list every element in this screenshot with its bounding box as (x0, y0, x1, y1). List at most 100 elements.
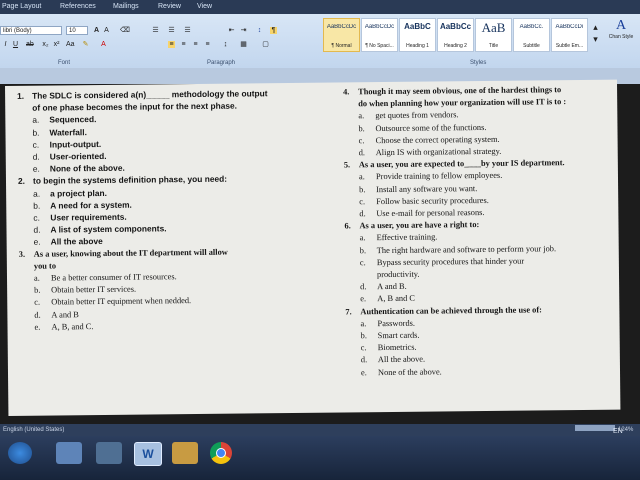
shading-icon[interactable]: ▦ (240, 41, 247, 48)
input-language[interactable]: EN (613, 428, 623, 435)
change-case-icon[interactable]: Aa (66, 41, 75, 48)
tab-references[interactable]: References (60, 3, 96, 10)
option-letter: a. (33, 273, 40, 283)
option-text: None of the above. (49, 162, 125, 174)
option-text: A need for a system. (50, 199, 132, 211)
italic-icon[interactable]: I (2, 41, 9, 48)
tab-review[interactable]: Review (158, 3, 181, 10)
superscript-icon[interactable]: x² (53, 41, 60, 48)
bullets-icon[interactable]: ☰ (152, 27, 159, 34)
option-text: a project plan. (50, 187, 107, 199)
underline-icon[interactable]: U (12, 41, 19, 48)
word-glyph-icon: W (142, 447, 154, 461)
justify-icon[interactable]: ≡ (204, 41, 211, 48)
media-player-icon[interactable] (56, 442, 82, 464)
highlight-icon[interactable]: ✎ (82, 41, 89, 48)
option-letter: e. (360, 367, 367, 377)
tab-mailings[interactable]: Mailings (113, 3, 139, 10)
question-number: 2. (17, 176, 26, 187)
numbering-icon[interactable]: ☰ (168, 27, 175, 34)
font-name-combo[interactable]: libri (Body) (0, 26, 62, 35)
change-styles-icon: A (615, 18, 627, 33)
option-text: A and B (51, 309, 79, 320)
style-name: ¶ No Spaci... (365, 43, 394, 49)
zoom-slider[interactable] (575, 425, 615, 431)
question-text: Though it may seem obvious, one of the h… (358, 85, 562, 97)
option-letter: c. (360, 343, 367, 353)
style-name: Title (488, 43, 499, 49)
option-letter: d. (34, 310, 41, 320)
clear-formatting-icon[interactable]: ⌫ (120, 27, 130, 34)
style-normal[interactable]: AaBbCcDc ¶ Normal (323, 18, 360, 52)
word-icon[interactable]: W (134, 442, 162, 466)
option-letter: c. (359, 258, 366, 268)
option-text: All the above. (377, 355, 426, 365)
increase-indent-icon[interactable]: ⇥ (240, 27, 247, 34)
folder-icon[interactable] (172, 442, 198, 464)
line-spacing-icon[interactable]: ↨ (222, 41, 229, 48)
chrome-icon[interactable] (210, 442, 232, 464)
option-letter: c. (33, 212, 40, 223)
style-preview: AaBbCc (439, 22, 472, 31)
style-heading-2[interactable]: AaBbCc Heading 2 (437, 18, 474, 52)
align-right-icon[interactable]: ≡ (192, 41, 199, 48)
ribbon: libri (Body) 10 A A ⌫ I U ab x₂ x² Aa ✎ … (0, 14, 640, 69)
align-center-icon[interactable]: ≡ (180, 41, 187, 48)
language-status[interactable]: English (United States) (3, 427, 64, 433)
question-number: 6. (344, 221, 351, 231)
borders-icon[interactable]: ▢ (262, 41, 269, 48)
option-letter: d. (360, 282, 367, 292)
style-heading-1[interactable]: AaBbC Heading 1 (399, 18, 436, 52)
option-text: Input-output. (49, 138, 102, 150)
sort-icon[interactable]: ↕ (256, 27, 263, 34)
font-group-label: Font (58, 60, 71, 66)
ribbon-tab-bar: Page Layout References Mailings Review V… (0, 0, 640, 14)
decrease-indent-icon[interactable]: ⇤ (228, 27, 235, 34)
option-letter: a. (358, 111, 365, 121)
style-name: ¶ Normal (331, 43, 352, 49)
shrink-font-icon[interactable]: A (103, 27, 110, 34)
style-subtitle[interactable]: AaBbCc. Subtitle (513, 18, 550, 52)
styles-more-icon[interactable]: ▾ (592, 35, 599, 44)
multilevel-list-icon[interactable]: ☰ (184, 27, 191, 34)
style-subtle-emphasis[interactable]: AaBbCcDı Subtle Em... (551, 18, 588, 52)
option-letter: b. (359, 245, 367, 255)
show-formatting-marks-icon[interactable]: ¶ (270, 27, 277, 34)
grow-font-icon[interactable]: A (93, 27, 100, 34)
question-number: 5. (343, 160, 351, 170)
font-size-combo[interactable]: 10 (66, 26, 88, 35)
style-no-spacing[interactable]: AaBbCcDc ¶ No Spaci... (361, 18, 398, 52)
style-preview: AaBbCcDc (364, 24, 395, 30)
tab-view[interactable]: View (197, 3, 212, 10)
option-text: Follow basic security procedures. (376, 195, 489, 206)
styles-scroll-icon[interactable]: ▴ (592, 23, 599, 32)
option-letter: b. (358, 123, 365, 133)
paragraph-group-label: Paragraph (207, 60, 236, 66)
option-letter: e. (360, 294, 367, 304)
start-orb-icon[interactable] (8, 442, 32, 464)
question-number: 3. (18, 249, 26, 259)
option-letter: c. (358, 136, 365, 146)
question-text: Authentication can be achieved through t… (360, 305, 542, 316)
question-text: As a user, you are have a right to: (359, 220, 480, 231)
align-left-icon[interactable]: ≡ (168, 41, 175, 48)
font-color-icon[interactable]: A (100, 41, 107, 48)
style-preview: AaBbCcDc (326, 24, 357, 30)
change-styles-button[interactable]: A Chan Style (604, 18, 638, 56)
windows-explorer-icon[interactable] (96, 442, 122, 464)
subscript-icon[interactable]: x₂ (42, 41, 49, 48)
status-bar: English (United States) 124% (0, 424, 640, 436)
option-letter: b. (32, 127, 40, 138)
option-letter: b. (34, 285, 41, 295)
tab-page-layout[interactable]: Page Layout (2, 3, 41, 10)
style-title[interactable]: AaB Title (475, 18, 512, 52)
option-text: Sequenced. (49, 114, 97, 125)
answer-option: e. None of the above. (346, 364, 624, 379)
document-page: 1. The SDLC is considered a(n)_____ metho… (5, 79, 621, 416)
style-preview: AaBbC (404, 22, 431, 31)
style-preview: AaBbCcDı (555, 24, 584, 30)
style-name: Heading 1 (406, 43, 429, 49)
taskbar: W EN (0, 428, 640, 480)
option-letter: c. (34, 298, 41, 308)
strikethrough-icon[interactable]: ab (26, 41, 34, 48)
